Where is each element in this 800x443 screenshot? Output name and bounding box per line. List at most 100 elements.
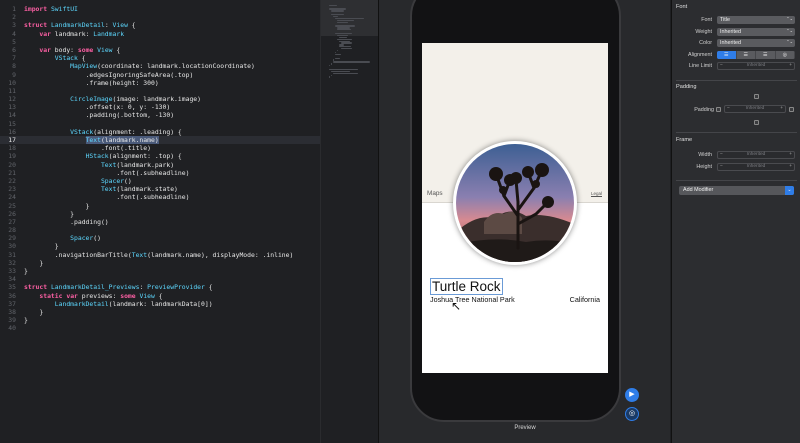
padding-field[interactable]: − Inherited + [724, 105, 786, 113]
code-text[interactable]: VStack { [24, 54, 86, 62]
code-line[interactable]: 39} [0, 316, 320, 324]
code-line[interactable]: 26 } [0, 210, 320, 218]
code-line[interactable]: 22 Spacer() [0, 177, 320, 185]
code-text[interactable]: struct LandmarkDetail_Previews: PreviewP… [24, 283, 213, 291]
code-text[interactable]: CircleImage(image: landmark.image) [24, 95, 201, 103]
add-modifier-popup[interactable]: Add Modifier ⌄ [679, 186, 794, 195]
code-text[interactable]: .edgesIgnoringSafeArea(.top) [24, 71, 194, 79]
padding-leading-checkbox[interactable] [716, 107, 721, 112]
code-text[interactable]: .font(.subheadline) [24, 193, 189, 201]
device-screen[interactable]: Maps Legal Turtle Rock Joshua Tree Natio… [422, 43, 608, 373]
code-line[interactable]: 24 .font(.subheadline) [0, 193, 320, 201]
code-line[interactable]: 6 var body: some View { [0, 46, 320, 54]
code-text[interactable]: } [24, 267, 28, 275]
code-line[interactable]: 5 [0, 38, 320, 46]
code-line[interactable]: 17 Text(landmark.name) [0, 136, 320, 145]
code-line[interactable]: 12 CircleImage(image: landmark.image) [0, 95, 320, 103]
code-line[interactable]: 11 [0, 87, 320, 95]
code-line[interactable]: 32 } [0, 259, 320, 267]
code-line[interactable]: 33} [0, 267, 320, 275]
code-text[interactable]: VStack(alignment: .leading) { [24, 128, 182, 136]
color-popup[interactable]: Inherited [717, 38, 795, 47]
code-lines[interactable]: 1 import SwiftUI 2 3 struct LandmarkDetail: … [0, 5, 320, 333]
code-line[interactable]: 3 struct LandmarkDetail: View { [0, 21, 320, 29]
code-line[interactable]: 25 } [0, 202, 320, 210]
width-field[interactable]: − Inherited + [717, 151, 795, 159]
code-line[interactable]: 15 [0, 120, 320, 128]
code-line[interactable]: 28 [0, 226, 320, 234]
code-text[interactable]: import SwiftUI [24, 5, 78, 13]
code-line[interactable]: 27 .padding() [0, 218, 320, 226]
code-text[interactable]: struct LandmarkDetail: View { [24, 21, 136, 29]
code-text[interactable]: } [24, 202, 90, 210]
code-line[interactable]: 40 [0, 324, 320, 332]
code-text[interactable]: Spacer() [24, 234, 101, 242]
code-line[interactable]: 23 Text(landmark.state) [0, 185, 320, 193]
code-line[interactable]: 19 HStack(alignment: .top) { [0, 152, 320, 160]
code-text[interactable]: } [24, 259, 43, 267]
code-text[interactable]: } [24, 210, 74, 218]
padding-trailing-checkbox[interactable] [789, 107, 794, 112]
line-limit-field[interactable]: − Inherited + [717, 62, 795, 70]
code-text[interactable]: Text(landmark.park) [24, 161, 174, 169]
code-editor[interactable]: 1 import SwiftUI 2 3 struct LandmarkDetail: … [0, 0, 320, 443]
legal-link[interactable]: Legal [591, 191, 602, 196]
align-leading-icon[interactable]: ☰ [717, 51, 737, 59]
code-text[interactable]: HStack(alignment: .top) { [24, 152, 182, 160]
code-text[interactable]: Text(landmark.name) [24, 136, 159, 144]
code-text[interactable]: } [24, 316, 28, 324]
live-preview-button[interactable]: ▶ [625, 388, 639, 402]
code-line[interactable]: 36 static var previews: some View { [0, 292, 320, 300]
code-text[interactable]: var landmark: Landmark [24, 30, 124, 38]
align-trailing-icon[interactable]: ☰ [756, 51, 776, 59]
code-line[interactable]: 31 .navigationBarTitle(Text(landmark.nam… [0, 251, 320, 259]
code-line[interactable]: 16 VStack(alignment: .leading) { [0, 128, 320, 136]
alignment-segmented-control[interactable]: ☰ ☰ ☰ ◎ [717, 51, 795, 59]
code-line[interactable]: 9 .edgesIgnoringSafeArea(.top) [0, 71, 320, 79]
code-text[interactable]: .font(.title) [24, 144, 151, 152]
code-text[interactable]: Spacer() [24, 177, 132, 185]
font-popup[interactable]: Title [717, 15, 795, 24]
code-line[interactable]: 7 VStack { [0, 54, 320, 62]
code-line[interactable]: 34 [0, 275, 320, 283]
code-line[interactable]: 8 MapView(coordinate: landmark.locationC… [0, 62, 320, 70]
code-text[interactable]: .padding(.bottom, -130) [24, 111, 175, 119]
code-text[interactable]: } [24, 308, 43, 316]
code-line[interactable]: 1 import SwiftUI [0, 5, 320, 13]
align-justify-icon[interactable]: ◎ [776, 51, 795, 59]
code-text[interactable]: LandmarkDetail(landmark: landmarkData[0]… [24, 300, 213, 308]
code-text[interactable]: .offset(x: 0, y: -130) [24, 103, 171, 111]
landmark-title[interactable]: Turtle Rock [430, 278, 503, 295]
padding-top-checkbox[interactable] [754, 94, 759, 99]
minimap[interactable] [320, 0, 378, 443]
code-line[interactable]: 38 } [0, 308, 320, 316]
code-line[interactable]: 14 .padding(.bottom, -130) [0, 111, 320, 119]
padding-bottom-checkbox[interactable] [754, 120, 759, 125]
code-text[interactable]: MapView(coordinate: landmark.locationCoo… [24, 62, 255, 70]
code-line[interactable]: 37 LandmarkDetail(landmark: landmarkData… [0, 300, 320, 308]
code-text[interactable]: .font(.subheadline) [24, 169, 189, 177]
code-text[interactable]: static var previews: some View { [24, 292, 162, 300]
code-text[interactable]: Text(landmark.state) [24, 185, 178, 193]
code-line[interactable]: 4 var landmark: Landmark [0, 30, 320, 38]
weight-popup[interactable]: Inherited [717, 27, 795, 36]
code-line[interactable]: 20 Text(landmark.park) [0, 161, 320, 169]
preview-canvas[interactable]: Maps Legal Turtle Rock Joshua Tree Natio… [378, 0, 670, 443]
code-line[interactable]: 10 .frame(height: 300) [0, 79, 320, 87]
align-center-icon[interactable]: ☰ [737, 51, 756, 59]
height-field[interactable]: − Inherited + [717, 163, 795, 171]
code-line[interactable]: 35 struct LandmarkDetail_Previews: Previe… [0, 283, 320, 291]
circle-image[interactable] [453, 141, 577, 265]
code-text[interactable]: var body: some View { [24, 46, 120, 54]
code-line[interactable]: 18 .font(.title) [0, 144, 320, 152]
code-text[interactable]: .padding() [24, 218, 109, 226]
code-line[interactable]: 2 [0, 13, 320, 21]
code-line[interactable]: 21 .font(.subheadline) [0, 169, 320, 177]
code-line[interactable]: 30 } [0, 242, 320, 250]
code-line[interactable]: 29 Spacer() [0, 234, 320, 242]
code-text[interactable]: } [24, 242, 59, 250]
inspect-preview-button[interactable]: ◎ [625, 407, 639, 421]
code-text[interactable]: .navigationBarTitle(Text(landmark.name),… [24, 251, 294, 259]
code-line[interactable]: 13 .offset(x: 0, y: -130) [0, 103, 320, 111]
code-text[interactable]: .frame(height: 300) [24, 79, 159, 87]
